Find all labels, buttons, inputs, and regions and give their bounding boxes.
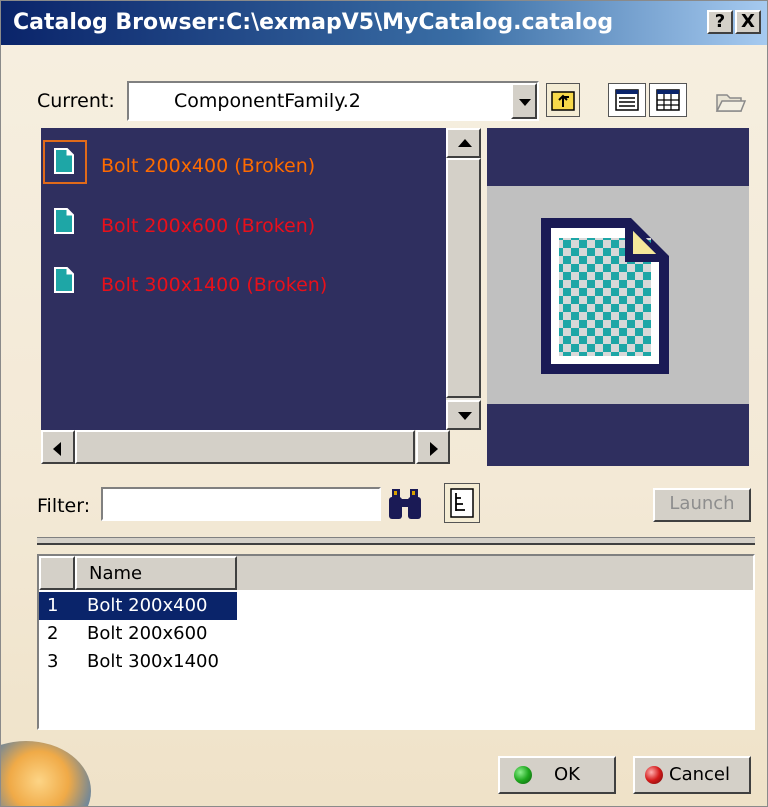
document-icon [54,267,74,293]
scroll-up-button[interactable] [446,128,481,158]
row-index: 2 [47,623,59,644]
arrow-up-icon [458,139,472,147]
row-name: Bolt 200x400 [87,595,208,616]
parent-folder-button[interactable] [546,83,580,117]
scroll-down-button[interactable] [446,400,481,430]
current-label: Current: [37,90,115,112]
current-combobox[interactable]: ComponentFamily.2 [127,81,539,121]
scroll-thumb[interactable] [446,158,481,398]
cancel-label: Cancel [669,764,730,785]
horizontal-scroll-thumb[interactable] [75,430,415,464]
current-value: ComponentFamily.2 [174,90,361,112]
document-icon [54,208,74,234]
horizontal-scrollbar[interactable] [41,430,450,464]
row-name: Bolt 300x1400 [87,651,219,672]
filter-input[interactable] [101,487,381,521]
help-button[interactable]: ? [707,10,733,34]
catalog-browser-window: Catalog Browser:C:\exmapV5\MyCatalog.cat… [0,0,768,807]
filter-label: Filter: [37,495,91,517]
app-logo [1,741,91,806]
row-index: 1 [47,595,59,616]
splitter[interactable] [37,537,755,545]
table-header: Name [39,556,753,590]
results-table[interactable]: Name 1 Bolt 200x400 2 Bolt 200x600 3 Bol… [37,554,755,730]
index-column-header[interactable] [39,556,75,590]
preview-panel [487,128,749,466]
arrow-down-icon [458,412,472,420]
tree-view-button[interactable] [444,483,480,523]
vertical-scrollbar[interactable] [446,128,481,430]
chevron-down-icon [519,99,531,106]
ok-label: OK [554,764,580,785]
row-index: 3 [47,651,59,672]
close-button[interactable]: X [735,10,761,34]
scroll-right-button[interactable] [416,430,450,464]
list-item-label: Bolt 200x600 (Broken) [101,215,316,237]
list-view-button[interactable] [608,83,646,117]
scroll-left-button[interactable] [41,430,75,464]
list-view-icon [615,89,639,111]
detail-view-button[interactable] [649,83,687,117]
ok-status-icon [514,766,532,784]
title-bar[interactable]: Catalog Browser:C:\exmapV5\MyCatalog.cat… [1,1,767,45]
table-row[interactable]: 2 Bolt 200x600 [39,620,753,648]
binoculars-icon [389,489,421,519]
table-row[interactable]: 3 Bolt 300x1400 [39,648,753,676]
window-title: Catalog Browser:C:\exmapV5\MyCatalog.cat… [13,10,614,35]
dropdown-arrow-button[interactable] [511,83,537,119]
arrow-right-icon [430,442,438,456]
ok-button[interactable]: OK [498,756,616,794]
list-item-label: Bolt 300x1400 (Broken) [101,274,328,296]
row-name: Bolt 200x600 [87,623,208,644]
open-folder-icon [715,94,747,112]
document-icon [54,148,74,174]
arrow-left-icon [53,442,61,456]
open-catalog-button[interactable] [711,83,749,117]
folder-up-icon [551,91,575,111]
list-item-label: Bolt 200x400 (Broken) [101,155,316,177]
table-row[interactable]: 1 Bolt 200x400 [39,592,753,620]
find-button[interactable] [385,483,425,523]
cancel-button[interactable]: Cancel [633,756,751,794]
launch-button[interactable]: Launch [653,488,751,522]
cancel-status-icon [645,766,663,784]
name-column-header[interactable]: Name [75,556,237,590]
tree-icon [450,488,474,518]
grid-view-icon [656,89,680,111]
document-preview-icon [541,218,669,374]
name-column-label: Name [89,563,143,584]
